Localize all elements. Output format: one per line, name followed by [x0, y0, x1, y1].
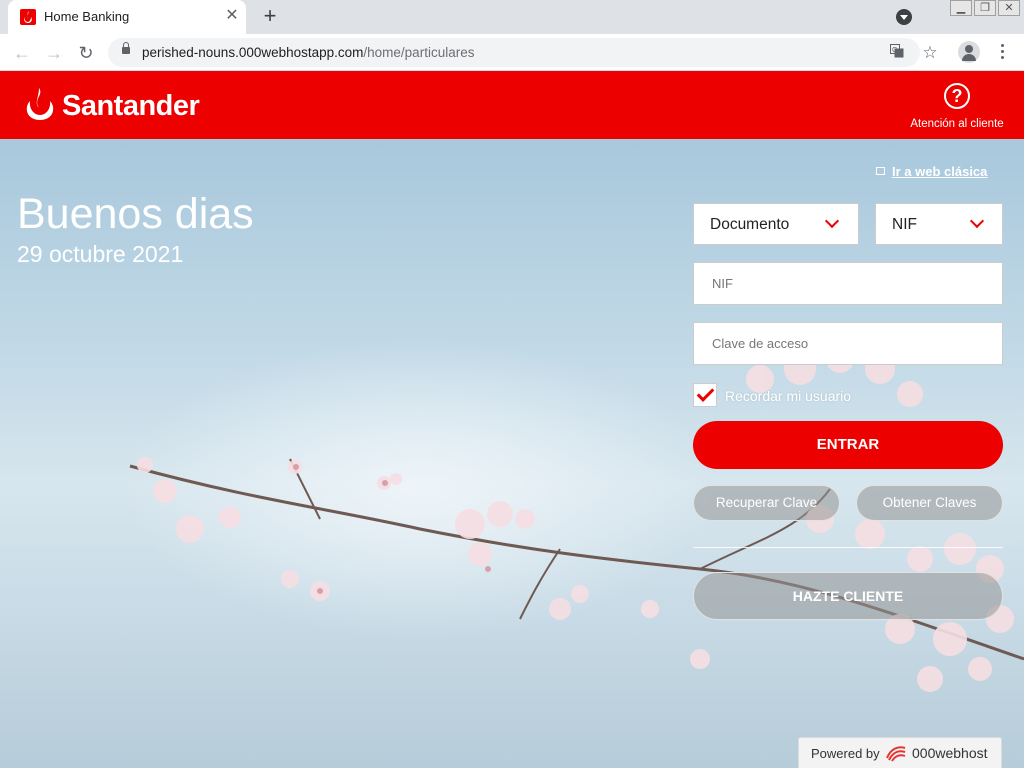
minimize-icon[interactable]: ▁: [950, 0, 972, 16]
password-input[interactable]: [694, 323, 1002, 364]
remember-label[interactable]: Recordar mi usuario: [725, 388, 851, 404]
window-controls: ▁ ❐ ✕: [950, 0, 1020, 18]
hero-section: Buenos dias 29 octubre 2021 Ir a web clá…: [0, 139, 1024, 768]
star-icon[interactable]: ☆: [921, 44, 939, 62]
chevron-down-icon: [824, 213, 840, 229]
restore-icon[interactable]: ❐: [974, 0, 996, 16]
chevron-down-icon: [969, 213, 985, 229]
powered-by-badge[interactable]: Powered by 000webhost: [798, 737, 1002, 768]
new-tab-icon[interactable]: +: [258, 5, 282, 29]
powered-by-label: Powered by: [811, 746, 880, 761]
menu-icon[interactable]: [996, 42, 1008, 62]
recover-password-button[interactable]: Recuperar Clave: [693, 485, 840, 521]
profile-icon[interactable]: [958, 41, 980, 63]
user-field[interactable]: [693, 262, 1003, 305]
classic-web-link[interactable]: Ir a web clásica: [876, 164, 987, 179]
brand-name: Santander: [62, 90, 200, 122]
tab-title: Home Banking: [44, 9, 130, 24]
id-type-select[interactable]: NIF: [875, 203, 1003, 245]
forward-icon[interactable]: →: [42, 41, 66, 65]
url-text[interactable]: perished-nouns.000webhostapp.com/home/pa…: [142, 45, 474, 60]
divider: [693, 547, 1003, 548]
current-date: 29 octubre 2021: [17, 241, 184, 267]
obtain-keys-button[interactable]: Obtener Claves: [856, 485, 1003, 521]
browser-toolbar: ← → ↻ perished-nouns.000webhostapp.com/h…: [0, 34, 1024, 71]
santander-logo[interactable]: Santander: [22, 87, 200, 123]
external-link-icon: [876, 167, 885, 175]
webhost-logo-icon: [886, 746, 906, 762]
translate-icon[interactable]: G: [888, 44, 906, 62]
window-close-icon[interactable]: ✕: [998, 0, 1020, 16]
santander-flame-icon: [26, 88, 54, 120]
help-icon: ?: [944, 83, 970, 109]
address-bar[interactable]: perished-nouns.000webhostapp.com/home/pa…: [108, 38, 920, 67]
greeting: Buenos dias: [17, 190, 254, 238]
id-type-value: NIF: [892, 216, 917, 233]
checkmark-icon: [696, 384, 715, 402]
lock-icon[interactable]: [122, 42, 130, 54]
page: Santander ? Atención al cliente Buenos d…: [0, 71, 1024, 768]
reload-icon[interactable]: ↻: [74, 41, 98, 65]
santander-favicon-icon: [20, 9, 36, 25]
document-select-value: Documento: [710, 216, 790, 233]
browser-tab[interactable]: Home Banking ✕: [8, 0, 246, 34]
become-client-button[interactable]: HAZTE CLIENTE: [693, 572, 1003, 620]
back-icon[interactable]: ←: [10, 41, 34, 65]
document-type-select[interactable]: Documento: [693, 203, 859, 245]
host-brand: 000webhost: [912, 745, 988, 761]
tab-close-icon[interactable]: ✕: [224, 8, 240, 24]
nif-input[interactable]: [694, 263, 1002, 304]
help-label: Atención al cliente: [910, 118, 1004, 130]
remember-checkbox[interactable]: [693, 383, 717, 407]
help-button[interactable]: ? Atención al cliente: [904, 81, 1010, 133]
password-field[interactable]: [693, 322, 1003, 365]
site-header: Santander ? Atención al cliente: [0, 71, 1024, 139]
svg-text:G: G: [892, 47, 897, 54]
tab-search-icon[interactable]: [896, 9, 912, 25]
login-button[interactable]: ENTRAR: [693, 421, 1003, 469]
browser-tabstrip: Home Banking ✕ + ▁ ❐ ✕: [0, 0, 1024, 34]
